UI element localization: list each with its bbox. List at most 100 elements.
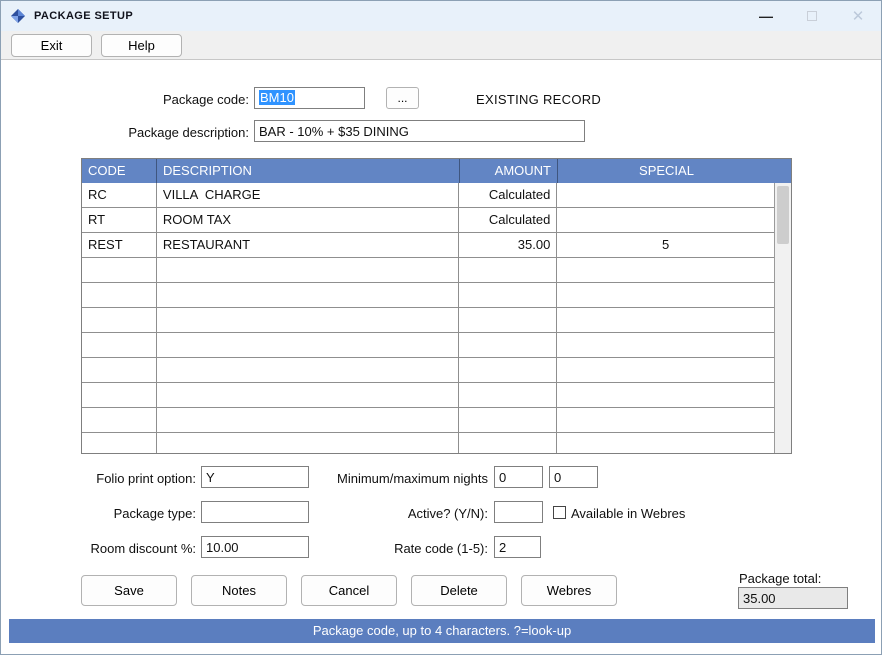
cell-special bbox=[557, 283, 774, 307]
cell-amount: Calculated bbox=[459, 208, 557, 232]
help-button[interactable]: Help bbox=[101, 34, 182, 57]
cell-special bbox=[557, 433, 774, 453]
cell-description: ROOM TAX bbox=[157, 208, 460, 232]
delete-button[interactable]: Delete bbox=[411, 575, 507, 606]
cell-special bbox=[557, 183, 774, 207]
cell-special bbox=[557, 308, 774, 332]
cell-special bbox=[557, 333, 774, 357]
header-special: SPECIAL bbox=[558, 159, 775, 183]
room-discount-label: Room discount %: bbox=[21, 541, 196, 556]
cell-special bbox=[557, 383, 774, 407]
app-icon bbox=[10, 8, 26, 24]
scrollbar-thumb[interactable] bbox=[777, 186, 789, 244]
table-row[interactable] bbox=[82, 308, 774, 333]
cell-description bbox=[157, 308, 460, 332]
main-area: Package code: BM10 ... EXISTING RECORD P… bbox=[1, 61, 881, 619]
table-header-row: CODE DESCRIPTION AMOUNT SPECIAL bbox=[82, 159, 791, 183]
cell-code bbox=[82, 258, 157, 282]
table-row[interactable] bbox=[82, 358, 774, 383]
lookup-button[interactable]: ... bbox=[386, 87, 419, 109]
package-type-input[interactable] bbox=[201, 501, 309, 523]
package-total-label: Package total: bbox=[739, 571, 821, 586]
cell-description bbox=[157, 333, 460, 357]
folio-print-label: Folio print option: bbox=[21, 471, 196, 486]
header-description: DESCRIPTION bbox=[157, 159, 460, 183]
rate-code-label: Rate code (1-5): bbox=[301, 541, 488, 556]
cell-description bbox=[157, 258, 460, 282]
room-discount-input[interactable] bbox=[201, 536, 309, 558]
table-row[interactable] bbox=[82, 383, 774, 408]
cell-description: RESTAURANT bbox=[157, 233, 460, 257]
cell-amount bbox=[459, 258, 557, 282]
cell-amount bbox=[459, 408, 557, 432]
cell-code: RC bbox=[82, 183, 157, 207]
cell-description bbox=[157, 283, 460, 307]
table-row[interactable] bbox=[82, 258, 774, 283]
cell-amount bbox=[459, 383, 557, 407]
cell-code bbox=[82, 433, 157, 453]
cell-code: REST bbox=[82, 233, 157, 257]
cell-special bbox=[557, 358, 774, 382]
package-setup-window: PACKAGE SETUP — ✕ Exit Help Package code… bbox=[0, 0, 882, 655]
title-bar: PACKAGE SETUP — ✕ bbox=[1, 1, 881, 31]
cell-code bbox=[82, 333, 157, 357]
package-description-label: Package description: bbox=[61, 125, 249, 140]
cell-description bbox=[157, 433, 460, 453]
package-description-input[interactable] bbox=[254, 120, 585, 142]
table-row[interactable]: RESTRESTAURANT35.005 bbox=[82, 233, 774, 258]
cell-special bbox=[557, 408, 774, 432]
toolbar: Exit Help bbox=[1, 31, 881, 60]
max-nights-input[interactable] bbox=[549, 466, 598, 488]
package-type-label: Package type: bbox=[21, 506, 196, 521]
charges-table: CODE DESCRIPTION AMOUNT SPECIAL RCVILLA … bbox=[81, 158, 792, 454]
table-row[interactable]: RTROOM TAXCalculated bbox=[82, 208, 774, 233]
table-scrollbar[interactable] bbox=[774, 183, 791, 453]
cell-code bbox=[82, 408, 157, 432]
cell-amount: 35.00 bbox=[459, 233, 557, 257]
notes-button[interactable]: Notes bbox=[191, 575, 287, 606]
min-nights-input[interactable] bbox=[494, 466, 543, 488]
status-bar: Package code, up to 4 characters. ?=look… bbox=[9, 619, 875, 643]
table-row[interactable]: RCVILLA CHARGECalculated bbox=[82, 183, 774, 208]
cell-amount bbox=[459, 283, 557, 307]
close-icon[interactable]: ✕ bbox=[835, 1, 881, 31]
cell-code: RT bbox=[82, 208, 157, 232]
webres-button[interactable]: Webres bbox=[521, 575, 617, 606]
webres-checkbox-label: Available in Webres bbox=[571, 506, 685, 521]
exit-button[interactable]: Exit bbox=[11, 34, 92, 57]
table-row[interactable] bbox=[82, 283, 774, 308]
webres-checkbox[interactable] bbox=[553, 506, 566, 519]
package-code-input[interactable]: BM10 bbox=[254, 87, 365, 109]
cell-description bbox=[157, 358, 460, 382]
min-max-nights-label: Minimum/maximum nights bbox=[301, 471, 488, 486]
cell-description bbox=[157, 408, 460, 432]
table-row[interactable] bbox=[82, 333, 774, 358]
cell-amount: Calculated bbox=[459, 183, 557, 207]
cell-amount bbox=[459, 333, 557, 357]
cell-code bbox=[82, 383, 157, 407]
active-label: Active? (Y/N): bbox=[301, 506, 488, 521]
cell-code bbox=[82, 308, 157, 332]
table-row[interactable] bbox=[82, 433, 774, 453]
package-code-label: Package code: bbox=[61, 92, 249, 107]
header-code: CODE bbox=[82, 159, 157, 183]
folio-print-input[interactable] bbox=[201, 466, 309, 488]
minimize-icon[interactable]: — bbox=[743, 1, 789, 31]
package-total-value bbox=[738, 587, 848, 609]
table-row[interactable] bbox=[82, 408, 774, 433]
rate-code-input[interactable] bbox=[494, 536, 541, 558]
cancel-button[interactable]: Cancel bbox=[301, 575, 397, 606]
maximize-icon[interactable] bbox=[789, 1, 835, 31]
save-button[interactable]: Save bbox=[81, 575, 177, 606]
cell-special bbox=[557, 258, 774, 282]
window-title: PACKAGE SETUP bbox=[34, 10, 133, 22]
record-status: EXISTING RECORD bbox=[476, 92, 601, 107]
active-input[interactable] bbox=[494, 501, 543, 523]
cell-description bbox=[157, 383, 460, 407]
package-code-value: BM10 bbox=[259, 90, 295, 105]
cell-amount bbox=[459, 433, 557, 453]
cell-special: 5 bbox=[557, 233, 774, 257]
package-table-body: RCVILLA CHARGECalculatedRTROOM TAXCalcul… bbox=[82, 183, 774, 453]
cell-amount bbox=[459, 358, 557, 382]
cell-code bbox=[82, 358, 157, 382]
